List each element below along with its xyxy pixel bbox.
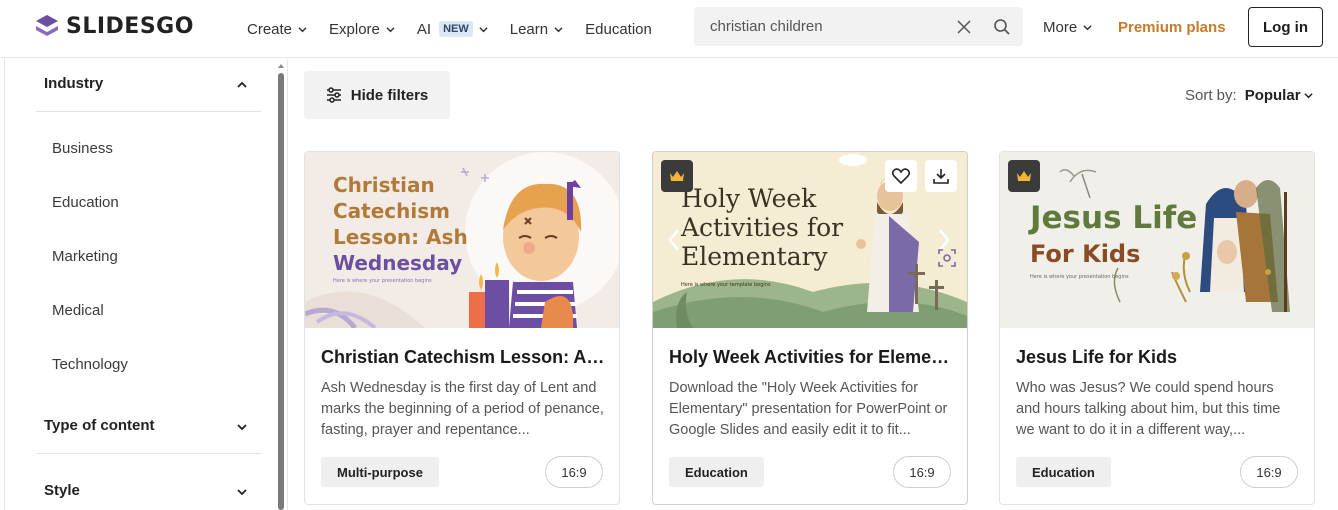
card-description: Download the "Holy Week Activities for E… bbox=[669, 380, 948, 438]
thumbnail-title-line: Activities for bbox=[681, 213, 844, 242]
template-card[interactable]: Christian Catechism Lesson: Ash Wednesda… bbox=[304, 151, 620, 505]
thumbnail-title-line: Elementary bbox=[681, 242, 828, 271]
more-menu[interactable]: More bbox=[1043, 19, 1092, 36]
card-description: Who was Jesus? We could spend hours and … bbox=[1016, 380, 1281, 438]
scroll-up-arrow-icon[interactable] bbox=[277, 62, 285, 70]
crown-icon bbox=[1017, 171, 1031, 181]
thumbnail-title: Jesus Life For Kids bbox=[1030, 200, 1197, 272]
download-button[interactable] bbox=[925, 160, 957, 192]
search-icon[interactable] bbox=[993, 18, 1011, 36]
chevron-down-icon bbox=[386, 26, 395, 32]
filter-item-marketing[interactable]: Marketing bbox=[52, 248, 118, 265]
sort-label: Sort by: bbox=[1185, 87, 1237, 104]
thumbnail-subtitle: Here is where your presentation begins bbox=[1030, 274, 1129, 280]
thumbnail-title: Christian Catechism Lesson: Ash Wednesda… bbox=[333, 172, 468, 276]
thumbnail-title-line: For Kids bbox=[1030, 240, 1141, 268]
top-header: SLIDESGO Create Explore AI NEW Learn Edu… bbox=[0, 0, 1338, 58]
logo-text: SLIDESGO bbox=[66, 13, 194, 39]
aspect-ratio-badge: 16:9 bbox=[893, 456, 951, 488]
search-box bbox=[694, 7, 1023, 46]
nav-create[interactable]: Create bbox=[247, 21, 307, 38]
filter-section-type-of-content[interactable]: Type of content bbox=[44, 417, 155, 434]
filter-item-business[interactable]: Business bbox=[52, 140, 113, 157]
crown-icon bbox=[670, 171, 684, 181]
filter-section-industry[interactable]: Industry bbox=[44, 75, 103, 92]
template-thumbnail[interactable]: Jesus Life For Kids Here is where your p… bbox=[1000, 152, 1314, 328]
chevron-down-icon bbox=[1083, 25, 1092, 31]
nav-ai-label: AI bbox=[416, 20, 432, 38]
filter-item-education[interactable]: Education bbox=[52, 194, 119, 211]
slidesgo-logo[interactable]: SLIDESGO bbox=[34, 13, 194, 39]
template-card[interactable]: Holy Week Activities for Elementary Here… bbox=[652, 151, 968, 505]
divider bbox=[36, 111, 261, 112]
category-tag[interactable]: Multi-purpose bbox=[321, 457, 439, 487]
thumbnail-subtitle: Here is where your template begins bbox=[681, 282, 771, 288]
template-thumbnail[interactable]: Holy Week Activities for Elementary Here… bbox=[653, 152, 967, 328]
close-icon[interactable] bbox=[956, 19, 972, 35]
sort-control[interactable]: Sort by: Popular bbox=[1185, 87, 1313, 104]
aspect-ratio-badge: 16:9 bbox=[545, 456, 603, 488]
login-button[interactable]: Log in bbox=[1248, 7, 1323, 47]
filters-sidebar: Industry Business Education Marketing Me… bbox=[0, 59, 288, 510]
card-description: Ash Wednesday is the first day of Lent a… bbox=[321, 380, 604, 438]
chevron-up-icon[interactable] bbox=[236, 79, 248, 91]
chevron-down-icon[interactable] bbox=[236, 421, 248, 433]
premium-crown-badge bbox=[661, 160, 693, 192]
chevron-down-icon bbox=[479, 26, 488, 32]
nav-learn-label: Learn bbox=[509, 20, 549, 38]
new-badge: NEW bbox=[439, 21, 473, 37]
template-thumbnail[interactable]: Christian Catechism Lesson: Ash Wednesda… bbox=[305, 152, 619, 328]
thumbnail-title-line: Wednesday bbox=[333, 251, 463, 275]
sort-value: Popular bbox=[1244, 87, 1301, 104]
thumbnail-title-line: Christian bbox=[333, 173, 435, 197]
thumbnail-title: Holy Week Activities for Elementary bbox=[681, 184, 843, 271]
thumbnail-title-line: Jesus Life bbox=[1030, 200, 1198, 236]
filter-item-technology[interactable]: Technology bbox=[52, 356, 128, 373]
aspect-ratio-badge: 16:9 bbox=[1240, 456, 1298, 488]
sidebar-scrollbar[interactable] bbox=[278, 73, 284, 510]
nav-explore[interactable]: Explore bbox=[329, 21, 395, 38]
more-label: More bbox=[1043, 19, 1078, 36]
preview-zoom-icon[interactable] bbox=[937, 248, 957, 268]
slidesgo-logo-icon bbox=[36, 15, 58, 36]
card-title[interactable]: Christian Catechism Lesson: Ash Wednesda… bbox=[321, 347, 605, 368]
chevron-down-icon bbox=[298, 26, 307, 32]
thumbnail-title-line: Lesson: Ash bbox=[333, 225, 468, 249]
heart-icon bbox=[892, 168, 910, 184]
favorite-button[interactable] bbox=[885, 160, 917, 192]
premium-crown-badge bbox=[1008, 160, 1040, 192]
hide-filters-label: Hide filters bbox=[350, 86, 429, 104]
filter-section-style[interactable]: Style bbox=[44, 482, 80, 499]
card-title[interactable]: Holy Week Activities for Elementary bbox=[669, 347, 953, 368]
download-icon bbox=[933, 169, 949, 184]
nav-ai[interactable]: AI NEW bbox=[417, 21, 488, 38]
template-card[interactable]: Jesus Life For Kids Here is where your p… bbox=[999, 151, 1315, 505]
thumbnail-title-line: Catechism bbox=[333, 199, 450, 223]
chevron-down-icon bbox=[554, 26, 563, 32]
divider bbox=[36, 453, 261, 454]
main-nav: Create Explore AI NEW Learn Education bbox=[247, 0, 674, 58]
card-title[interactable]: Jesus Life for Kids bbox=[1016, 347, 1300, 368]
thumbnail-subtitle: Here is where your presentation begins bbox=[333, 278, 432, 284]
premium-plans-link[interactable]: Premium plans bbox=[1118, 19, 1226, 36]
search-input[interactable] bbox=[694, 7, 944, 46]
thumbnail-title-line: Holy Week bbox=[681, 184, 817, 213]
category-tag[interactable]: Education bbox=[669, 457, 764, 487]
hide-filters-button[interactable]: Hide filters bbox=[304, 71, 450, 119]
nav-create-label: Create bbox=[247, 20, 293, 38]
nav-explore-label: Explore bbox=[329, 20, 380, 38]
chevron-down-icon bbox=[1303, 93, 1313, 99]
sliders-icon bbox=[326, 87, 341, 103]
nav-learn[interactable]: Learn bbox=[510, 21, 563, 38]
carousel-prev-icon[interactable] bbox=[667, 228, 681, 252]
category-tag[interactable]: Education bbox=[1016, 457, 1111, 487]
nav-education[interactable]: Education bbox=[585, 21, 652, 38]
filter-item-medical[interactable]: Medical bbox=[52, 302, 104, 319]
nav-education-label: Education bbox=[585, 20, 652, 38]
chevron-down-icon[interactable] bbox=[236, 486, 248, 498]
